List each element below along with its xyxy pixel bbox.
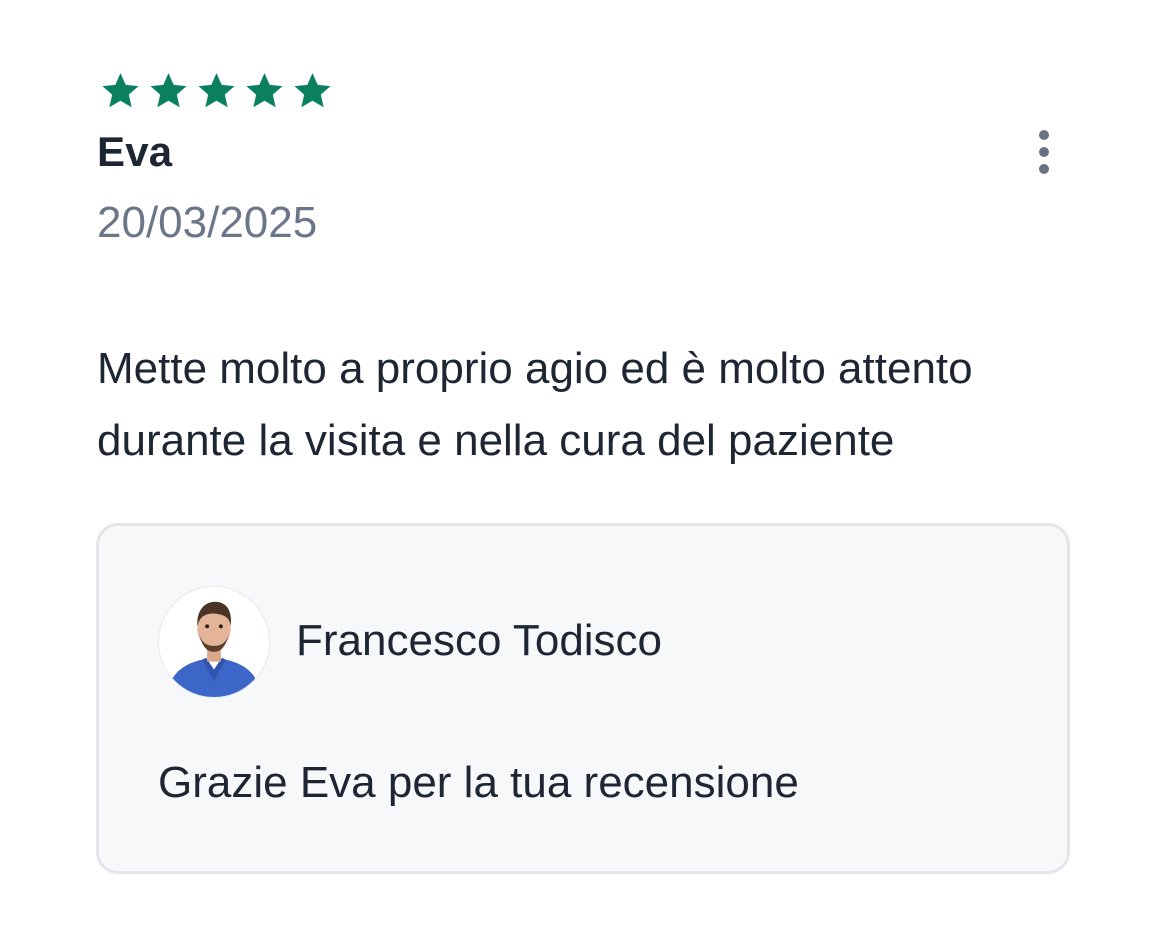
star-icon bbox=[148, 70, 189, 111]
more-options-button[interactable] bbox=[1022, 126, 1066, 178]
star-icon bbox=[100, 70, 141, 111]
more-vertical-icon-dot bbox=[1039, 147, 1049, 157]
reply-text: Grazie Eva per la tua recensione bbox=[158, 758, 799, 807]
doctor-avatar bbox=[158, 586, 270, 698]
reply-author-name: Francesco Todisco bbox=[296, 616, 663, 665]
doctor-reply: Francesco Todisco Grazie Eva per la tua … bbox=[96, 523, 1070, 874]
star-rating bbox=[100, 70, 333, 111]
star-icon bbox=[244, 70, 285, 111]
star-icon bbox=[196, 70, 237, 111]
reviewer-name: Eva bbox=[97, 128, 173, 175]
review-date: 20/03/2025 bbox=[97, 198, 318, 247]
review-text: Mette molto a proprio agio ed è molto at… bbox=[97, 344, 973, 465]
review-card: Eva 20/03/2025 Mette molto a proprio agi… bbox=[0, 0, 1170, 942]
more-vertical-icon bbox=[1039, 130, 1049, 140]
star-icon bbox=[292, 70, 333, 111]
more-vertical-icon-dot bbox=[1039, 164, 1049, 174]
